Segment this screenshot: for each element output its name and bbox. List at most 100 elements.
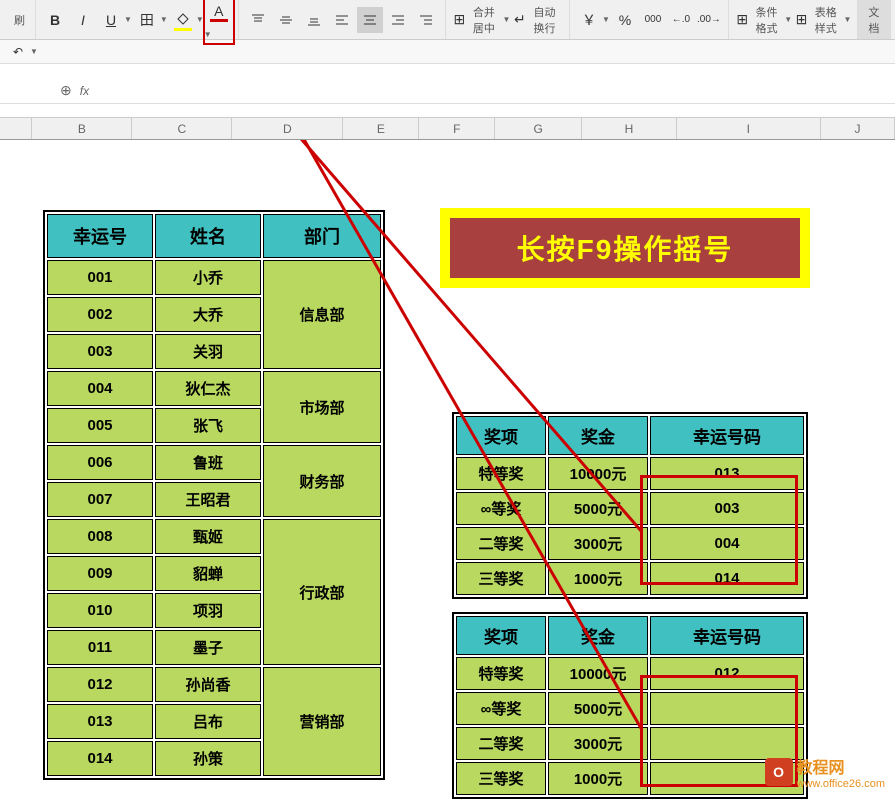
table-row[interactable]: 三等奖1000元014 (456, 562, 804, 595)
col-header-e[interactable]: E (343, 118, 419, 139)
cell-name[interactable]: 小乔 (155, 260, 261, 295)
thousands-button[interactable]: 000 (640, 7, 666, 33)
cell-name[interactable]: 貂蝉 (155, 556, 261, 591)
cell-name[interactable]: 吕布 (155, 704, 261, 739)
table-row[interactable]: 特等奖10000元013 (456, 457, 804, 490)
chevron-down-icon[interactable]: ▼ (602, 15, 610, 24)
col-header-d[interactable]: D (232, 118, 343, 139)
align-top-button[interactable] (245, 7, 271, 33)
table-row[interactable]: 006鲁班财务部 (47, 445, 381, 480)
cell-lucky-num[interactable]: 005 (47, 408, 153, 443)
cell-lucky-num[interactable]: 001 (47, 260, 153, 295)
merge-center-label[interactable]: 合并居中 (469, 4, 503, 36)
cell-num[interactable] (650, 692, 804, 725)
chevron-down-icon[interactable]: ▼ (204, 30, 212, 39)
cell-amount[interactable]: 1000元 (548, 562, 648, 595)
align-right-button[interactable] (385, 7, 411, 33)
col-header-g[interactable]: G (495, 118, 582, 139)
col-header-j[interactable]: J (821, 118, 895, 139)
header-prize[interactable]: 奖项 (456, 416, 546, 455)
cell-name[interactable]: 关羽 (155, 334, 261, 369)
italic-button[interactable]: I (70, 7, 96, 33)
cell-lucky-num[interactable]: 009 (47, 556, 153, 591)
cell-dept[interactable]: 行政部 (263, 519, 381, 665)
cell-lucky-num[interactable]: 012 (47, 667, 153, 702)
cell-prize[interactable]: 二等奖 (456, 527, 546, 560)
border-button[interactable]: 田 (134, 7, 160, 33)
chevron-down-icon[interactable]: ▼ (160, 15, 168, 24)
chevron-down-icon[interactable]: ▼ (502, 15, 510, 24)
wrap-icon[interactable]: ↵ (512, 7, 527, 33)
decrease-decimal-button[interactable]: ←.0 (668, 7, 694, 33)
undo-button[interactable]: ↶ (8, 42, 28, 62)
font-color-button[interactable]: A (206, 0, 232, 24)
table-row[interactable]: ∞等奖5000元003 (456, 492, 804, 525)
cell-name[interactable]: 墨子 (155, 630, 261, 665)
cell-name[interactable]: 孙尚香 (155, 667, 261, 702)
table-row[interactable]: 004狄仁杰市场部 (47, 371, 381, 406)
cell-lucky-num[interactable]: 003 (47, 334, 153, 369)
table-row[interactable]: 001小乔信息部 (47, 260, 381, 295)
auto-wrap-label[interactable]: 自动换行 (529, 4, 563, 36)
cell-amount[interactable]: 10000元 (548, 657, 648, 690)
col-header-i[interactable]: I (677, 118, 821, 139)
cell-prize[interactable]: 特等奖 (456, 457, 546, 490)
zoom-icon[interactable]: ⊕ (60, 82, 72, 99)
bold-button[interactable]: B (42, 7, 68, 33)
cell-prize[interactable]: 特等奖 (456, 657, 546, 690)
cell-amount[interactable]: 5000元 (548, 692, 648, 725)
cell-dept[interactable]: 财务部 (263, 445, 381, 517)
header-lucky-code[interactable]: 幸运号码 (650, 616, 804, 655)
cell-amount[interactable]: 10000元 (548, 457, 648, 490)
cell-dept[interactable]: 市场部 (263, 371, 381, 443)
header-prize[interactable]: 奖项 (456, 616, 546, 655)
cell-prize[interactable]: 三等奖 (456, 562, 546, 595)
chevron-down-icon[interactable]: ▼ (196, 15, 204, 24)
align-middle-button[interactable] (273, 7, 299, 33)
spreadsheet-area[interactable]: 幸运号 姓名 部门 001小乔信息部002大乔003关羽004狄仁杰市场部005… (0, 140, 895, 800)
cell-amount[interactable]: 3000元 (548, 527, 648, 560)
conditional-format-icon[interactable]: ⊞ (735, 7, 750, 33)
cell-num[interactable]: 012 (650, 657, 804, 690)
col-header-c[interactable]: C (132, 118, 232, 139)
header-name[interactable]: 姓名 (155, 214, 261, 258)
indent-button[interactable] (413, 7, 439, 33)
cell-name[interactable]: 甄姬 (155, 519, 261, 554)
cell-num[interactable]: 013 (650, 457, 804, 490)
table-row[interactable]: 二等奖3000元004 (456, 527, 804, 560)
cell-lucky-num[interactable]: 011 (47, 630, 153, 665)
col-header-blank[interactable] (0, 118, 32, 139)
doc-label[interactable]: 文档 (864, 4, 884, 36)
header-dept[interactable]: 部门 (263, 214, 381, 258)
chevron-down-icon[interactable]: ▼ (843, 15, 851, 24)
table-row[interactable]: 012孙尚香营销部 (47, 667, 381, 702)
cell-num[interactable]: 014 (650, 562, 804, 595)
header-amount[interactable]: 奖金 (548, 616, 648, 655)
header-lucky-code[interactable]: 幸运号码 (650, 416, 804, 455)
conditional-format-label[interactable]: 条件格式 (752, 4, 785, 36)
cell-amount[interactable]: 1000元 (548, 762, 648, 795)
align-bottom-button[interactable] (301, 7, 327, 33)
cell-lucky-num[interactable]: 007 (47, 482, 153, 517)
chevron-down-icon[interactable]: ▼ (30, 47, 38, 56)
table-style-icon[interactable]: ⊞ (794, 7, 809, 33)
table-row[interactable]: 特等奖10000元012 (456, 657, 804, 690)
cell-lucky-num[interactable]: 013 (47, 704, 153, 739)
cell-amount[interactable]: 3000元 (548, 727, 648, 760)
cell-amount[interactable]: 5000元 (548, 492, 648, 525)
align-center-button[interactable] (357, 7, 383, 33)
cell-lucky-num[interactable]: 008 (47, 519, 153, 554)
table-row[interactable]: 三等奖1000元 (456, 762, 804, 795)
fx-icon[interactable]: fx (80, 84, 89, 98)
cell-num[interactable]: 003 (650, 492, 804, 525)
cell-name[interactable]: 王昭君 (155, 482, 261, 517)
cell-prize[interactable]: ∞等奖 (456, 692, 546, 725)
cell-prize[interactable]: 二等奖 (456, 727, 546, 760)
percent-button[interactable]: % (612, 7, 638, 33)
cell-name[interactable]: 大乔 (155, 297, 261, 332)
cell-prize[interactable]: ∞等奖 (456, 492, 546, 525)
cell-lucky-num[interactable]: 010 (47, 593, 153, 628)
cell-lucky-num[interactable]: 002 (47, 297, 153, 332)
cell-lucky-num[interactable]: 014 (47, 741, 153, 776)
cell-name[interactable]: 张飞 (155, 408, 261, 443)
